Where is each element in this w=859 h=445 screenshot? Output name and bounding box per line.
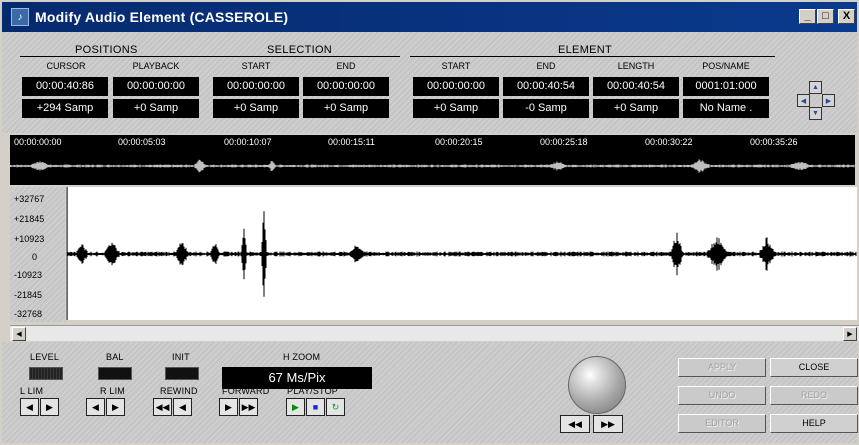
scroll-right-icon[interactable]: ▶ [843,327,857,341]
apply-button[interactable]: APPLY [678,358,766,377]
time-ruler: 00:00:00:00 00:00:05:03 00:00:10:07 00:0… [10,135,855,149]
sel-start-col-label: START [241,61,271,71]
position-panel: POSITIONS SELECTION ELEMENT CURSOR PLAYB… [2,32,857,133]
forward-fast-icon[interactable]: ▶▶ [239,398,258,416]
redo-button[interactable]: REDO [770,386,858,405]
sel-start-samp-field[interactable]: +0 Samp [213,99,299,118]
amp-label: -21845 [14,290,43,300]
init-label: INIT [172,352,190,362]
cursor-samp-field[interactable]: +294 Samp [22,99,108,118]
close-button[interactable]: CLOSE [770,358,858,377]
waveform-view[interactable] [66,187,857,320]
positions-group-label: POSITIONS [75,44,138,56]
sel-start-time-field[interactable]: 00:00:00:00 [213,77,299,96]
llim-label: L LIM [20,386,44,396]
ruler-label: 00:00:20:15 [435,137,483,147]
rewind-label: REWIND [160,386,198,396]
window-title: Modify Audio Element (CASSEROLE) [35,9,289,25]
el-end-samp-field[interactable]: -0 Samp [503,99,589,118]
bal-indicator[interactable] [98,367,132,380]
amp-label: +21845 [14,214,45,224]
jog-knob[interactable] [568,356,626,414]
play-icon[interactable]: ▶ [286,398,305,416]
amp-label: -32768 [14,309,43,319]
level-meter[interactable] [29,367,63,380]
ruler-label: 00:00:35:26 [750,137,798,147]
rlim-right-icon[interactable]: ▶ [106,398,125,416]
ruler-label: 00:00:30:22 [645,137,693,147]
el-end-col-label: END [536,61,556,71]
sel-end-col-label: END [336,61,356,71]
llim-left-icon[interactable]: ◀ [20,398,39,416]
waveform-trace [66,211,857,297]
playback-col-label: PLAYBACK [132,61,180,71]
modify-audio-element-window: ♪ Modify Audio Element (CASSEROLE) _ □ X… [0,0,859,445]
ruler-label: 00:00:25:18 [540,137,588,147]
rewind-step-icon[interactable]: ◀ [173,398,192,416]
forward-label: FORWARD [222,386,270,396]
jog-rewind-icon[interactable]: ◀◀ [560,415,590,433]
control-panel: LEVEL BAL INIT H ZOOM 67 Ms/Pix L LIM R … [2,342,858,443]
overview-waveform [10,159,855,173]
el-start-samp-field[interactable]: +0 Samp [413,99,499,118]
amp-label: +32767 [14,194,45,204]
minimize-button[interactable]: _ [799,9,816,24]
maximize-button[interactable]: □ [817,9,834,24]
close-window-button[interactable]: X [838,9,855,24]
ruler-label: 00:00:10:07 [224,137,272,147]
forward-step-icon[interactable]: ▶ [219,398,238,416]
amp-label: +10923 [14,234,45,244]
cursor-col-label: CURSOR [46,61,86,71]
ruler-label: 00:00:05:03 [118,137,166,147]
posname-name-field[interactable]: No Name . [683,99,769,118]
editor-button[interactable]: EDITOR [678,414,766,433]
level-label: LEVEL [30,352,60,362]
playback-time-field[interactable]: 00:00:00:00 [113,77,199,96]
waveform-trace [10,159,855,173]
undo-button[interactable]: UNDO [678,386,766,405]
ruler-label: 00:00:00:00 [14,137,62,147]
rlim-label: R LIM [100,386,126,396]
amp-label: -10923 [14,270,43,280]
bal-label: BAL [106,352,124,362]
stop-icon[interactable]: ■ [306,398,325,416]
hzoom-label: H ZOOM [283,352,321,362]
amplitude-axis: +32767 +21845 +10923 0 -10923 -21845 -32… [10,187,65,322]
el-start-time-field[interactable]: 00:00:00:00 [413,77,499,96]
init-indicator[interactable] [165,367,199,380]
el-end-time-field[interactable]: 00:00:40:54 [503,77,589,96]
playstop-label: PLAY/STOP [287,386,338,396]
posname-col-label: POS/NAME [702,61,750,71]
posname-time-field[interactable]: 0001:01:000 [683,77,769,96]
jog-forward-icon[interactable]: ▶▶ [593,415,623,433]
scroll-left-icon[interactable]: ◀ [12,327,26,341]
cursor-time-field[interactable]: 00:00:40:86 [22,77,108,96]
playback-samp-field[interactable]: +0 Samp [113,99,199,118]
llim-right-icon[interactable]: ▶ [40,398,59,416]
help-button[interactable]: HELP [770,414,858,433]
amp-label: 0 [32,252,38,262]
loop-icon[interactable]: ↻ [326,398,345,416]
nudge-up-icon[interactable]: ▲ [809,81,822,94]
title-bar[interactable]: ♪ Modify Audio Element (CASSEROLE) _ □ X [2,2,857,32]
rewind-fast-icon[interactable]: ◀◀ [153,398,172,416]
rlim-left-icon[interactable]: ◀ [86,398,105,416]
sel-end-samp-field[interactable]: +0 Samp [303,99,389,118]
el-length-samp-field[interactable]: +0 Samp [593,99,679,118]
el-start-col-label: START [441,61,471,71]
waveform-plot [66,187,857,320]
overview-strip[interactable]: 00:00:00:00 00:00:05:03 00:00:10:07 00:0… [10,135,855,185]
nudge-pad: ▲ ◀ ▶ ▼ [795,73,835,120]
el-length-time-field[interactable]: 00:00:40:54 [593,77,679,96]
nudge-down-icon[interactable]: ▼ [809,107,822,120]
element-group-label: ELEMENT [558,44,613,56]
app-icon: ♪ [11,8,29,26]
sel-end-time-field[interactable]: 00:00:00:00 [303,77,389,96]
ruler-label: 00:00:15:11 [328,137,375,147]
selection-group-label: SELECTION [267,44,333,56]
el-length-col-label: LENGTH [617,61,655,71]
horizontal-scrollbar[interactable]: ◀ ▶ [10,325,859,341]
nudge-right-icon[interactable]: ▶ [822,94,835,107]
nudge-left-icon[interactable]: ◀ [797,94,810,107]
